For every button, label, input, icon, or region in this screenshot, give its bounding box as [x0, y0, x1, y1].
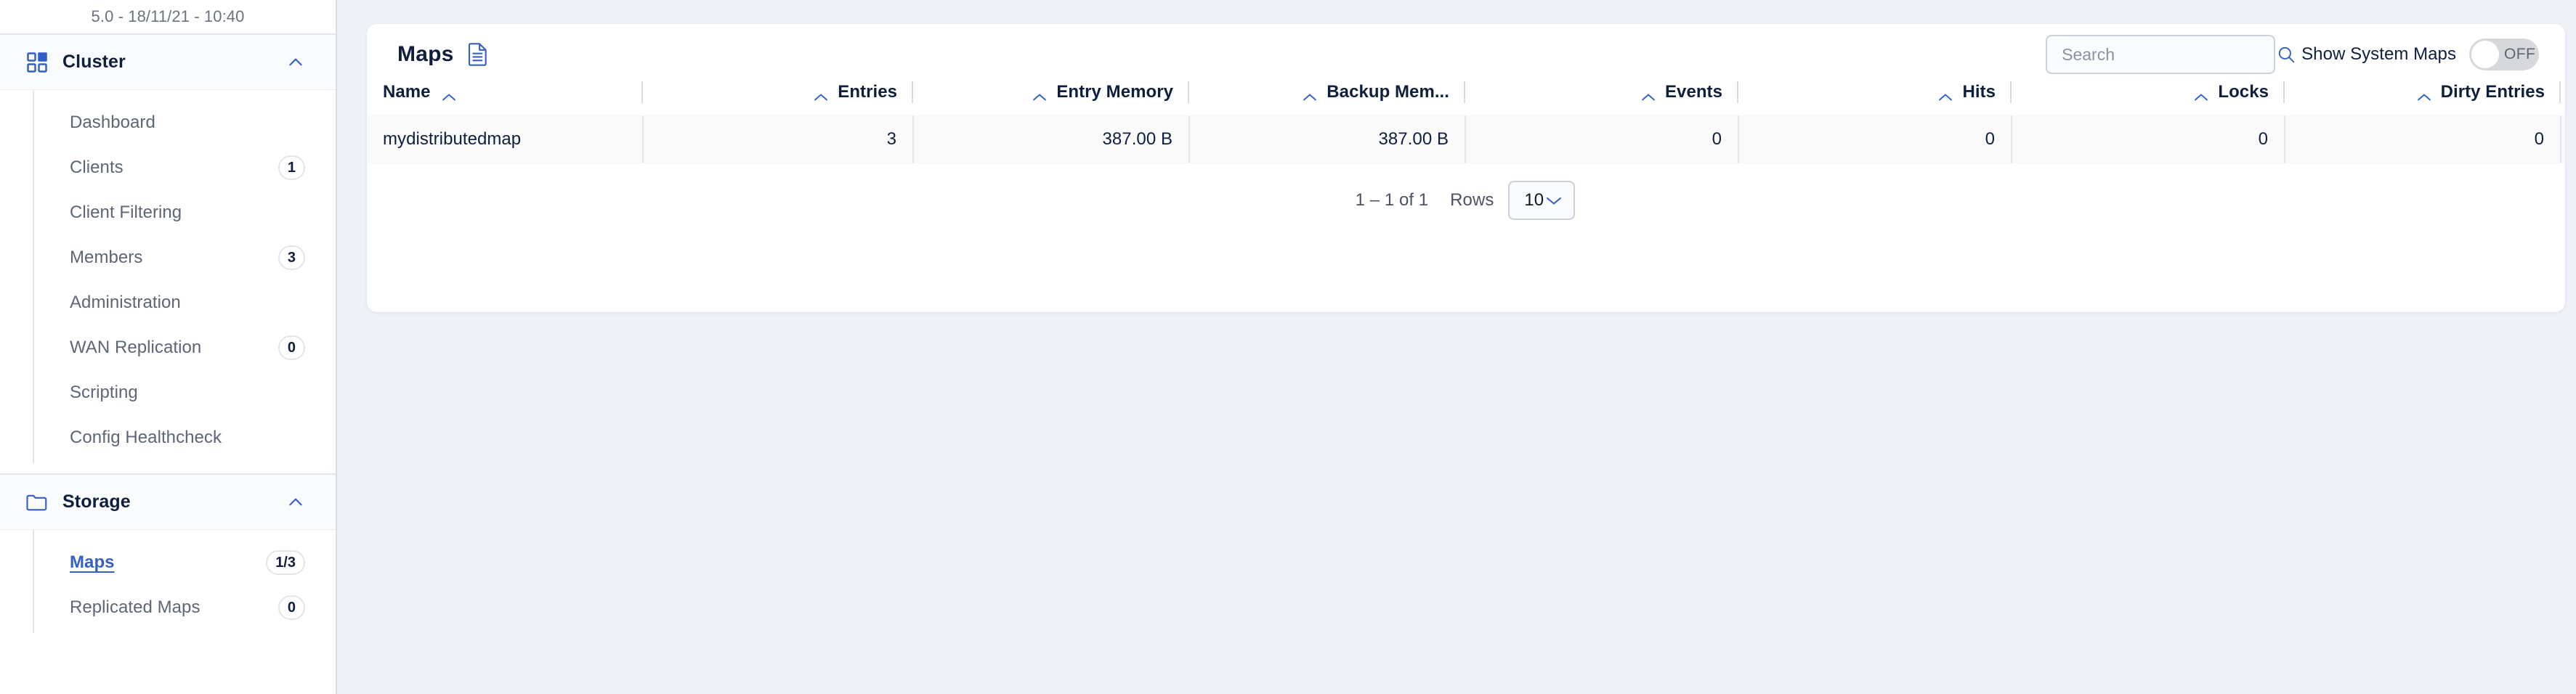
column-label: Dirty Entries: [2441, 82, 2545, 102]
folder-icon: [25, 490, 49, 515]
sidebar-item-clients[interactable]: Clients 1: [0, 145, 336, 190]
search-icon[interactable]: [2277, 45, 2296, 64]
chevron-up-icon[interactable]: [286, 53, 305, 72]
column-label: Backup Mem...: [1327, 82, 1449, 102]
rows-per-page-value: 10: [1524, 190, 1544, 211]
main-content: Maps: [337, 0, 2576, 694]
sidebar-item-client-filtering[interactable]: Client Filtering: [0, 190, 336, 235]
sidebar-item-maps[interactable]: Maps 1/3: [0, 540, 336, 585]
toggle-state-label: OFF: [2504, 46, 2535, 63]
sidebar-item-scripting[interactable]: Scripting: [0, 370, 336, 415]
toggle-knob: [2471, 41, 2499, 68]
sidebar-item-badge: 0: [278, 595, 305, 620]
column-label: Locks: [2218, 82, 2269, 102]
sort-chevron-up-icon: [1032, 87, 1048, 97]
search-input[interactable]: [2062, 45, 2277, 65]
sidebar-item-members[interactable]: Members 3: [0, 235, 336, 280]
grid-icon: [25, 50, 49, 75]
sort-chevron-up-icon: [1937, 87, 1953, 97]
chevron-up-icon[interactable]: [286, 493, 305, 512]
document-icon[interactable]: [467, 43, 489, 66]
sidebar-item-label: Dashboard: [70, 113, 305, 133]
version-bar: 5.0 - 18/11/21 - 10:40: [0, 0, 336, 35]
column-header-events[interactable]: Events: [1465, 69, 1738, 115]
sort-chevron-up-icon: [2416, 87, 2432, 97]
chevron-down-icon[interactable]: [1544, 195, 1563, 206]
sidebar-group-storage: Maps 1/3 Replicated Maps 0: [0, 530, 336, 643]
sidebar-item-badge: 3: [278, 245, 305, 270]
column-header-dirty-entries[interactable]: Dirty Entries: [2285, 69, 2561, 115]
sidebar-item-label: Scripting: [70, 383, 305, 403]
show-system-maps-toggle[interactable]: OFF: [2469, 38, 2539, 70]
sidebar-section-storage[interactable]: Storage: [0, 475, 336, 530]
sidebar-item-badge: 0: [278, 335, 305, 360]
sort-chevron-up-icon: [441, 87, 457, 97]
column-label: Entries: [838, 82, 897, 102]
table-row[interactable]: mydistributedmap 3 387.00 B 387.00 B 0 0…: [367, 115, 2565, 163]
card-header: Maps: [367, 24, 2565, 69]
sort-chevron-up-icon: [1302, 87, 1318, 97]
maps-card: Maps: [367, 24, 2565, 312]
sort-chevron-up-icon: [2193, 87, 2209, 97]
sidebar-item-label: Client Filtering: [70, 203, 305, 223]
sidebar-item-replicated-maps[interactable]: Replicated Maps 0: [0, 585, 336, 630]
search-box[interactable]: [2046, 35, 2275, 74]
sort-chevron-up-icon: [813, 87, 829, 97]
app-root: 5.0 - 18/11/21 - 10:40 Cluster Dashboard: [0, 0, 2576, 694]
sidebar-section-cluster[interactable]: Cluster: [0, 35, 336, 90]
column-header-locks[interactable]: Locks: [2012, 69, 2285, 115]
cell-name: mydistributedmap: [367, 115, 643, 163]
sidebar-item-administration[interactable]: Administration: [0, 280, 336, 325]
cell-backup-memory: 387.00 B: [1189, 115, 1465, 163]
maps-table: Name Entries: [367, 69, 2565, 163]
rows-per-page-select[interactable]: 10: [1508, 181, 1575, 220]
column-header-entries[interactable]: Entries: [643, 69, 913, 115]
version-text: 5.0 - 18/11/21 - 10:40: [92, 7, 245, 26]
column-header-backup-memory[interactable]: Backup Mem...: [1189, 69, 1465, 115]
sidebar-section-title: Cluster: [62, 52, 286, 73]
sidebar-item-label: Maps: [70, 552, 115, 573]
cell-dirty-entries: 0: [2285, 115, 2561, 163]
cell-hits: 0: [1738, 115, 2012, 163]
show-system-maps-label: Show System Maps: [2301, 44, 2456, 65]
sidebar-item-config-healthcheck[interactable]: Config Healthcheck: [0, 415, 336, 460]
table-header-row: Name Entries: [367, 69, 2565, 115]
cell-events: 0: [1465, 115, 1738, 163]
sidebar-item-label: Administration: [70, 293, 305, 313]
cell-entry-memory: 387.00 B: [913, 115, 1189, 163]
sidebar-item-wan-replication[interactable]: WAN Replication 0: [0, 325, 336, 370]
sidebar-item-label: Config Healthcheck: [70, 428, 305, 448]
sidebar-item-label: Clients: [70, 158, 278, 178]
pagination: 1 – 1 of 1 Rows 10: [367, 163, 2565, 220]
column-label: Events: [1665, 82, 1722, 102]
column-header-name[interactable]: Name: [367, 69, 643, 115]
sidebar-item-dashboard[interactable]: Dashboard: [0, 100, 336, 145]
sidebar-item-badge: 1: [278, 155, 305, 180]
column-label: Entry Memory: [1056, 82, 1173, 102]
column-label: Name: [383, 82, 431, 102]
sidebar-item-label: Replicated Maps: [70, 597, 278, 618]
column-header-event-journal[interactable]: Event Journal: [2561, 69, 2565, 115]
sidebar-group-cluster: Dashboard Clients 1 Client Filtering Mem…: [0, 90, 336, 473]
sidebar-section-title: Storage: [62, 491, 286, 513]
sidebar-item-label: WAN Replication: [70, 338, 278, 358]
sort-chevron-up-icon: [1640, 87, 1656, 97]
sidebar-item-label: Members: [70, 248, 278, 268]
column-label: Hits: [1962, 82, 1996, 102]
column-header-entry-memory[interactable]: Entry Memory: [913, 69, 1189, 115]
cell-event-journal: Disabled: [2561, 115, 2565, 163]
cell-locks: 0: [2012, 115, 2285, 163]
sidebar: 5.0 - 18/11/21 - 10:40 Cluster Dashboard: [0, 0, 337, 694]
page-title: Maps: [397, 42, 454, 67]
cell-entries: 3: [643, 115, 913, 163]
column-header-hits[interactable]: Hits: [1738, 69, 2012, 115]
rows-per-page-label: Rows: [1450, 190, 1494, 211]
sidebar-item-badge: 1/3: [266, 550, 305, 575]
pagination-range: 1 – 1 of 1: [1356, 190, 1429, 211]
